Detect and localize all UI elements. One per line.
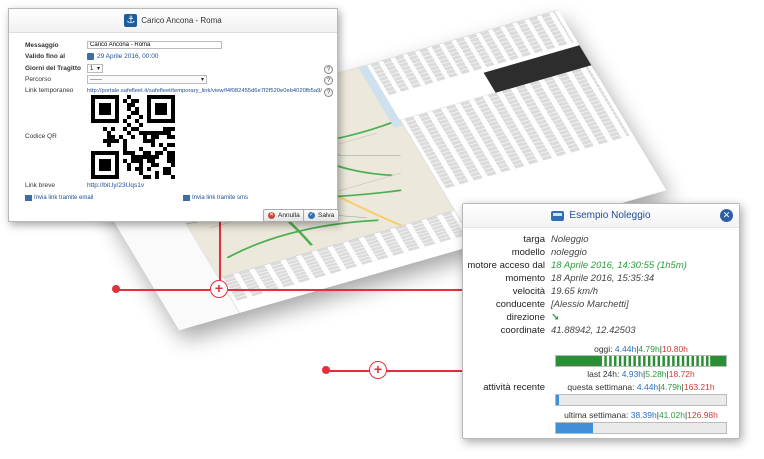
- connector-line: [219, 222, 221, 288]
- direction-arrow-icon: ↘: [551, 312, 560, 323]
- close-icon[interactable]: ✕: [720, 209, 733, 222]
- targa-value: Noleggio: [551, 234, 589, 245]
- save-button[interactable]: ✓ Salva: [303, 209, 340, 222]
- days-label: Giorni del Tragitto: [25, 65, 81, 72]
- activity-label: attività recente: [483, 382, 545, 393]
- conducente-value: [Alessio Marchetti]: [551, 299, 629, 310]
- chevron-down-icon: ▾: [96, 66, 100, 72]
- bar-week-fill: [556, 395, 560, 405]
- sms-link[interactable]: Invia link tramite sms: [183, 195, 248, 201]
- coordinate-row: coordinate 41.88942, 12.42503: [463, 324, 741, 337]
- days-row: Giorni del Tragitto 1 ▾: [25, 64, 103, 73]
- popup-header: Esempio Noleggio: [463, 204, 739, 228]
- days-select[interactable]: 1 ▾: [87, 64, 103, 73]
- route-value: ------: [90, 76, 102, 83]
- temp-link-label: Link temporaneo: [25, 87, 74, 94]
- qr-row: Codice QR: [25, 133, 87, 140]
- targa-row: targa Noleggio: [463, 233, 741, 246]
- velocita-label: velocità: [512, 286, 545, 297]
- stat-today: oggi: 4.44h|4.79h|10.80h: [594, 344, 688, 354]
- email-icon: [25, 195, 32, 201]
- bar-lastweek-fill: [556, 423, 594, 433]
- motore-label: motore acceso dal: [467, 260, 545, 271]
- qr-code-image: [91, 95, 175, 179]
- valid-row: Valido fino al 29 Aprile 2016, 00:00: [25, 53, 158, 60]
- days-value: 1: [90, 65, 94, 72]
- conducente-row: conducente [Alessio Marchetti]: [463, 298, 741, 311]
- stat-lastweek: ultima settimana: 38.39h|41.02h|126.98h: [564, 410, 718, 420]
- valid-date-value[interactable]: 29 Aprile 2016, 00:00: [97, 53, 158, 60]
- route-select[interactable]: ------ ▾: [87, 75, 207, 84]
- short-link-label: Link breve: [25, 182, 55, 189]
- connector-line: [228, 289, 464, 291]
- popup-title: Esempio Noleggio: [569, 210, 651, 221]
- route-help-icon[interactable]: ?: [324, 76, 333, 85]
- temp-link-value[interactable]: http://portale.safefleet.it/safefleet/te…: [87, 88, 332, 94]
- message-input[interactable]: [87, 41, 222, 49]
- bar-week-activity: [555, 394, 727, 406]
- connector-plus-icon: +: [210, 280, 228, 298]
- conducente-label: conducente: [495, 299, 545, 310]
- route-row: Percorso ------ ▾: [25, 75, 207, 84]
- direzione-row: direzione ↘: [463, 311, 741, 324]
- check-icon: ✓: [308, 212, 315, 219]
- connector-dot: [322, 366, 330, 374]
- connector-dot: [112, 285, 120, 293]
- cancel-button-label: Annulla: [278, 212, 300, 219]
- link-help-icon[interactable]: ?: [324, 88, 333, 97]
- dialog-titlebar: ⚓ Carico Ancona - Roma: [9, 9, 337, 33]
- qr-label: Codice QR: [25, 133, 57, 140]
- modello-label: modello: [511, 247, 545, 258]
- share-link-dialog: ⚓ Carico Ancona - Roma Messaggio Valido …: [8, 8, 340, 222]
- email-link[interactable]: Invia link tramite email: [25, 195, 93, 201]
- velocita-row: velocità 19.65 km/h: [463, 285, 741, 298]
- cancel-button[interactable]: ✕ Annulla: [263, 209, 305, 222]
- momento-value: 18 Aprile 2016, 15:35:34: [551, 273, 655, 284]
- short-link-value[interactable]: http://bit.ly/23Uqs1v: [87, 182, 144, 189]
- cancel-icon: ✕: [268, 212, 275, 219]
- vehicle-info-popup: Esempio Noleggio ✕ targa Noleggio modell…: [462, 203, 740, 439]
- valid-label: Valido fino al: [25, 53, 66, 60]
- message-label: Messaggio: [25, 41, 59, 49]
- motore-value: 18 Aprile 2016, 14:30:55 (1h5m): [551, 260, 687, 271]
- sms-link-label: Invia link tramite sms: [192, 195, 249, 201]
- bar-today-activity: [555, 355, 727, 367]
- message-row: Messaggio: [25, 41, 222, 49]
- velocita-value: 19.65 km/h: [551, 286, 598, 297]
- direzione-label: direzione: [506, 312, 545, 323]
- days-help-icon[interactable]: ?: [324, 65, 333, 74]
- route-label: Percorso: [25, 76, 52, 83]
- motore-row: motore acceso dal 18 Aprile 2016, 14:30:…: [463, 259, 741, 272]
- chevron-down-icon: ▾: [200, 77, 204, 83]
- short-link-row: Link breve http://bit.ly/23Uqs1v: [25, 182, 144, 189]
- dialog-title: Carico Ancona - Roma: [141, 16, 222, 25]
- coordinate-value: 41.88942, 12.42503: [551, 325, 636, 336]
- stat-week: questa settimana: 4.44h|4.79h|163.21h: [567, 382, 715, 392]
- modello-value: noleggio: [551, 247, 587, 258]
- connector-plus-icon: +: [369, 361, 387, 379]
- email-link-label: Invia link tramite email: [34, 195, 94, 201]
- bar-lastweek-activity: [555, 422, 727, 434]
- connector-line: [116, 289, 210, 291]
- temp-link-row: Link temporaneo http://portale.safefleet…: [25, 87, 332, 94]
- connector-line: [326, 370, 372, 372]
- bus-icon: [551, 210, 565, 221]
- calendar-icon[interactable]: [87, 53, 94, 60]
- connector-line: [386, 370, 464, 372]
- momento-label: momento: [505, 273, 545, 284]
- coordinate-label: coordinate: [500, 325, 545, 336]
- momento-row: momento 18 Aprile 2016, 15:35:34: [463, 272, 741, 285]
- targa-label: targa: [523, 234, 545, 245]
- save-button-label: Salva: [318, 212, 335, 219]
- sms-icon: [183, 195, 190, 201]
- anchor-icon: ⚓: [124, 14, 138, 27]
- modello-row: modello noleggio: [463, 246, 741, 259]
- stat-last24: last 24h: 4.93h|5.28h|18.72h: [587, 369, 695, 379]
